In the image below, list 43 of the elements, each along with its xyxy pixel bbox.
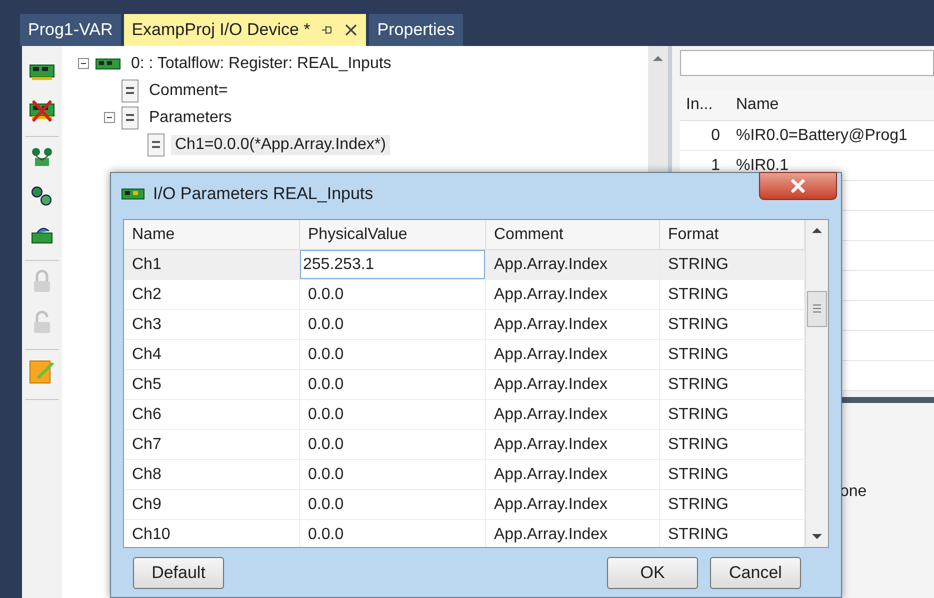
tree-item[interactable]: Comment= xyxy=(145,80,232,100)
table-cell: Ch1 xyxy=(124,250,300,279)
dialog-button[interactable]: Cancel xyxy=(710,556,801,588)
tab[interactable]: ExampProj I/O Device * xyxy=(124,14,366,46)
tree-item[interactable]: 0: : Totalflow: Register: REAL_Inputs xyxy=(127,54,396,74)
close-icon[interactable] xyxy=(344,23,358,37)
table-cell-text: %IR0.1 xyxy=(735,156,788,174)
table-cell: STRING xyxy=(660,250,805,279)
column-header[interactable]: PhysicalValue xyxy=(300,220,486,249)
table-cell: App.Array.Index xyxy=(486,250,660,279)
document-icon xyxy=(121,106,139,130)
dialog-title: I/O Parameters REAL_Inputs xyxy=(153,184,374,204)
close-icon xyxy=(789,178,807,194)
document-icon xyxy=(147,132,165,156)
circuit-board-icon xyxy=(121,186,145,202)
circuit-board-icon xyxy=(95,56,121,72)
board-remove-icon xyxy=(28,99,56,123)
document-icon xyxy=(121,78,139,102)
tab[interactable]: Properties xyxy=(369,14,463,46)
dialog-button[interactable]: OK xyxy=(607,556,698,588)
column-header[interactable]: Name xyxy=(124,220,300,249)
scroll-up-icon[interactable] xyxy=(652,54,664,62)
tab[interactable]: Prog1-VAR xyxy=(20,14,121,46)
network-icon[interactable] xyxy=(29,145,55,169)
tree-item[interactable]: Ch1=0.0.0(*App.Array.Index*) xyxy=(171,134,390,154)
default-button[interactable]: Default xyxy=(133,556,224,588)
scroll-down-icon[interactable] xyxy=(811,533,823,541)
column-header[interactable]: Name xyxy=(728,96,779,114)
collapse-icon[interactable] xyxy=(104,112,115,123)
close-button[interactable] xyxy=(759,172,837,200)
table-cell-text: 0 xyxy=(710,126,721,144)
scrollbar-thumb[interactable] xyxy=(807,290,827,326)
column-header[interactable]: In... xyxy=(680,96,728,114)
scroll-up-icon[interactable] xyxy=(811,226,823,234)
search-field[interactable] xyxy=(680,50,934,76)
table-cell-text: %IR0.0=Battery@Prog1 xyxy=(735,126,908,144)
table-cell-text: 1 xyxy=(710,156,721,174)
edit-note-icon[interactable] xyxy=(28,358,56,386)
pin-icon[interactable] xyxy=(320,23,334,37)
column-header[interactable]: Comment xyxy=(486,220,660,249)
collapse-icon[interactable] xyxy=(78,58,89,69)
value-input[interactable]: 255.253.1 xyxy=(300,250,485,279)
tree-item[interactable]: Parameters xyxy=(145,108,236,128)
